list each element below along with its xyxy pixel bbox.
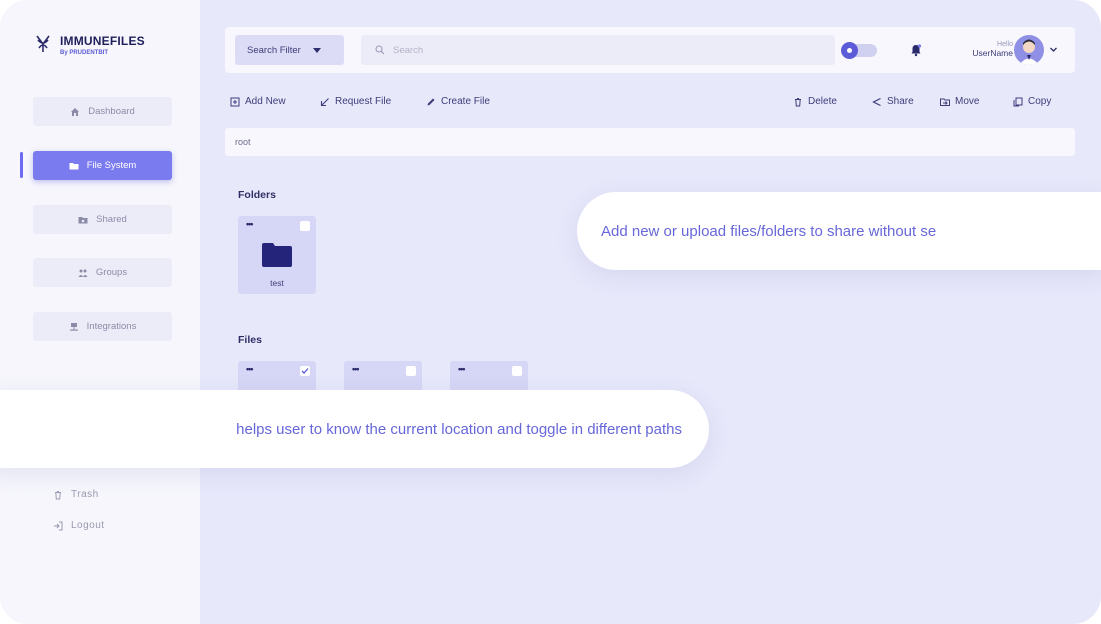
copy-icon bbox=[1013, 97, 1023, 106]
more-options-icon[interactable]: ••• bbox=[458, 364, 466, 374]
search-filter-label: Search Filter bbox=[247, 44, 301, 56]
sidebar-item-shared[interactable]: Shared bbox=[33, 205, 172, 234]
create-file-label: Create File bbox=[441, 96, 490, 107]
folders-heading: Folders bbox=[238, 189, 276, 201]
sidebar-item-label: Logout bbox=[71, 520, 105, 531]
sidebar-item-label: Shared bbox=[96, 214, 127, 225]
more-options-icon[interactable]: ••• bbox=[352, 364, 360, 374]
select-checkbox[interactable] bbox=[512, 366, 522, 376]
avatar-icon bbox=[1019, 39, 1039, 65]
top-bar: Search Filter Hello UserName bbox=[225, 27, 1075, 73]
username: UserName bbox=[972, 48, 1013, 58]
copy-label: Copy bbox=[1028, 96, 1052, 107]
share-label: Share bbox=[887, 96, 914, 107]
search-input[interactable] bbox=[393, 44, 793, 56]
arrow-down-left-icon bbox=[320, 97, 329, 106]
app-window: IMMUNEFILES By PRUDENTBIT Dashboard File… bbox=[0, 0, 1101, 624]
shared-icon bbox=[78, 216, 88, 223]
add-new-button[interactable]: Add New bbox=[230, 96, 286, 107]
logout-icon bbox=[54, 521, 63, 530]
sidebar-item-label: Integrations bbox=[86, 321, 137, 332]
logo-icon bbox=[36, 35, 50, 52]
sidebar-item-label: Trash bbox=[71, 489, 99, 500]
search-filter-dropdown[interactable]: Search Filter bbox=[235, 35, 344, 65]
more-options-icon[interactable]: ••• bbox=[246, 219, 254, 229]
folder-card[interactable]: ••• test bbox=[238, 216, 316, 294]
folder-icon bbox=[262, 243, 292, 267]
move-icon bbox=[940, 98, 950, 106]
more-options-icon[interactable]: ••• bbox=[246, 364, 254, 374]
main-panel: Search Filter Hello UserName bbox=[200, 0, 1101, 624]
add-new-label: Add New bbox=[245, 96, 286, 107]
folder-name: test bbox=[270, 278, 284, 288]
request-file-button[interactable]: Request File bbox=[320, 96, 391, 107]
groups-icon bbox=[78, 269, 88, 277]
breadcrumb-hint-callout: helps user to know the current location … bbox=[0, 390, 709, 468]
upload-hint-text: Add new or upload files/folders to share… bbox=[601, 222, 937, 240]
brand-logo[interactable]: IMMUNEFILES By PRUDENTBIT bbox=[34, 34, 145, 56]
files-heading: Files bbox=[238, 334, 262, 346]
add-new-icon bbox=[230, 97, 240, 106]
bell-icon[interactable] bbox=[909, 43, 923, 57]
select-checkbox[interactable] bbox=[300, 221, 310, 231]
delete-label: Delete bbox=[808, 96, 837, 107]
trash-icon bbox=[795, 97, 801, 106]
breadcrumb-hint-text: helps user to know the current location … bbox=[236, 420, 682, 438]
sidebar-item-file-system[interactable]: File System bbox=[33, 151, 172, 180]
sidebar-item-label: File System bbox=[86, 160, 137, 171]
brand-name: IMMUNEFILES bbox=[60, 34, 145, 48]
create-file-button[interactable]: Create File bbox=[426, 96, 490, 107]
breadcrumb-path[interactable]: root bbox=[235, 137, 251, 147]
home-icon bbox=[71, 107, 80, 116]
brand-tagline: By PRUDENTBIT bbox=[60, 50, 109, 56]
sidebar-item-integrations[interactable]: Integrations bbox=[33, 312, 172, 341]
delete-button[interactable]: Delete bbox=[793, 96, 837, 107]
brand-text: IMMUNEFILES By PRUDENTBIT bbox=[60, 34, 145, 56]
sidebar-item-label: Dashboard bbox=[88, 106, 135, 117]
search-box bbox=[361, 35, 835, 65]
toggle-knob bbox=[841, 42, 858, 59]
user-greeting: Hello UserName bbox=[955, 40, 1013, 58]
pencil-icon bbox=[427, 98, 435, 105]
search-icon bbox=[375, 45, 385, 55]
chevron-down-icon[interactable] bbox=[1049, 45, 1058, 54]
avatar[interactable] bbox=[1014, 35, 1044, 65]
sidebar-item-groups[interactable]: Groups bbox=[33, 258, 172, 287]
active-indicator bbox=[20, 152, 23, 178]
copy-button[interactable]: Copy bbox=[1013, 96, 1051, 107]
caret-down-icon bbox=[312, 47, 321, 53]
sidebar-item-logout[interactable]: Logout bbox=[53, 520, 105, 531]
share-button[interactable]: Share bbox=[872, 96, 914, 107]
sidebar-item-label: Groups bbox=[95, 267, 128, 278]
share-icon bbox=[872, 97, 881, 106]
breadcrumb[interactable]: root bbox=[225, 128, 1075, 156]
select-checkbox[interactable] bbox=[300, 366, 310, 376]
sidebar: IMMUNEFILES By PRUDENTBIT Dashboard File… bbox=[0, 0, 200, 624]
integrations-icon bbox=[69, 322, 78, 331]
sidebar-item-trash[interactable]: Trash bbox=[53, 489, 99, 500]
checkmark-icon bbox=[301, 368, 309, 374]
sidebar-item-dashboard[interactable]: Dashboard bbox=[33, 97, 172, 126]
trash-icon bbox=[55, 490, 61, 499]
move-button[interactable]: Move bbox=[940, 96, 979, 107]
theme-toggle[interactable] bbox=[841, 42, 877, 59]
action-toolbar: Add New Request File Create File Delete … bbox=[230, 96, 1075, 112]
move-label: Move bbox=[955, 96, 980, 107]
upload-hint-callout: Add new or upload files/folders to share… bbox=[577, 192, 1101, 270]
folder-icon bbox=[69, 162, 79, 169]
request-file-label: Request File bbox=[335, 96, 392, 107]
select-checkbox[interactable] bbox=[406, 366, 416, 376]
